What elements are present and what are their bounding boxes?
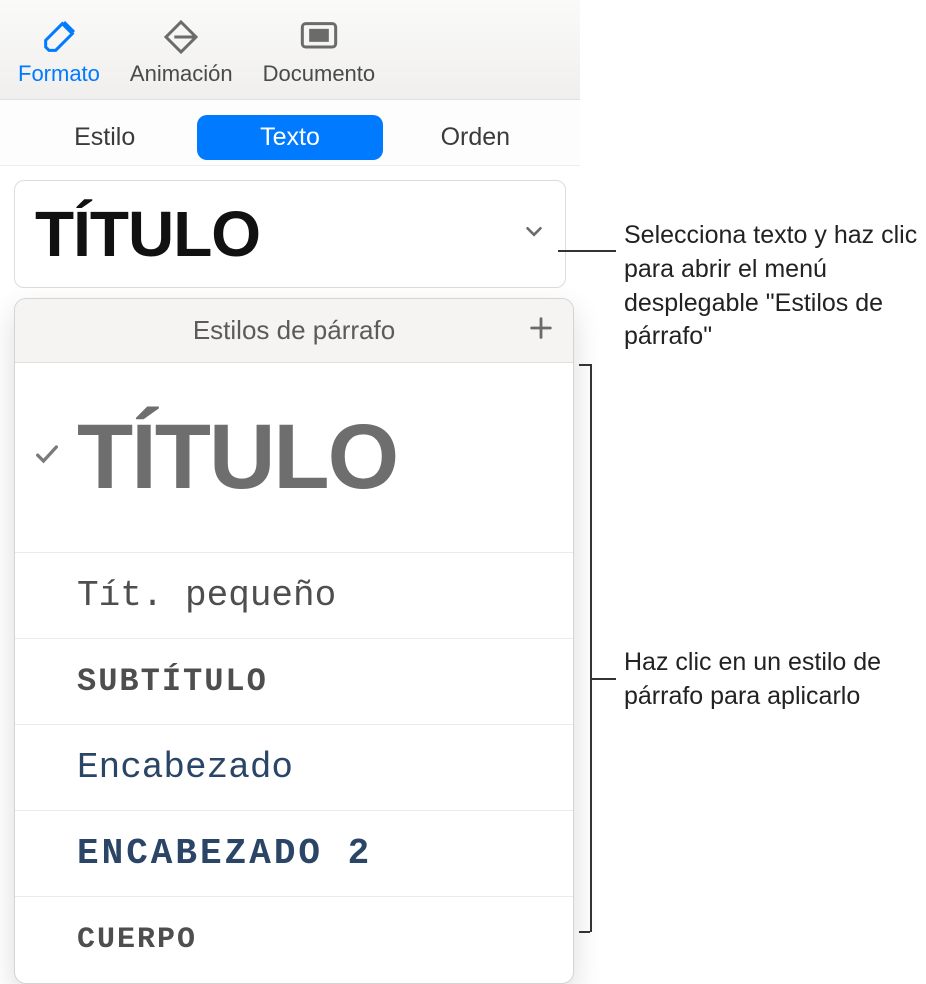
brush-icon bbox=[33, 17, 85, 57]
style-row-titulo[interactable]: TÍTULO bbox=[15, 363, 573, 553]
callout-bracket bbox=[590, 364, 592, 932]
animation-toolbar-button[interactable]: Animación bbox=[130, 17, 233, 87]
style-preview-encabezado2: ENCABEZADO 2 bbox=[77, 833, 372, 874]
chevron-down-icon bbox=[521, 219, 547, 250]
tab-style[interactable]: Estilo bbox=[12, 115, 197, 160]
style-row-encabezado-2[interactable]: ENCABEZADO 2 bbox=[15, 811, 573, 897]
slides-icon bbox=[293, 17, 345, 57]
style-preview-tit-pequeno: Tít. pequeño bbox=[77, 575, 336, 616]
checkmark-icon bbox=[33, 440, 63, 475]
format-toolbar-button[interactable]: Formato bbox=[18, 17, 100, 87]
diamond-icon bbox=[155, 17, 207, 57]
style-row-tit-pequeno[interactable]: Tít. pequeño bbox=[15, 553, 573, 639]
style-preview-encabezado: Encabezado bbox=[77, 747, 293, 788]
document-toolbar-label: Documento bbox=[263, 61, 376, 87]
style-row-encabezado[interactable]: Encabezado bbox=[15, 725, 573, 811]
paragraph-styles-popover: Estilos de párrafo TÍTULO Tít. pequeño S… bbox=[14, 298, 574, 984]
callout-chevron: Selecciona texto y haz clic para abrir e… bbox=[624, 219, 924, 354]
tab-order[interactable]: Orden bbox=[383, 115, 568, 160]
bracket-tick-top bbox=[579, 364, 590, 366]
inspector-panel: Formato Animación Documento Estilo Texto bbox=[0, 0, 580, 302]
add-style-button[interactable] bbox=[527, 314, 555, 348]
paragraph-style-selector[interactable]: TÍTULO bbox=[14, 180, 566, 288]
tab-text[interactable]: Texto bbox=[197, 115, 382, 160]
style-preview-titulo: TÍTULO bbox=[77, 405, 397, 510]
bracket-lead bbox=[590, 678, 616, 680]
style-row-cuerpo[interactable]: CUERPO bbox=[15, 897, 573, 983]
document-toolbar-button[interactable]: Documento bbox=[263, 17, 376, 87]
top-toolbar: Formato Animación Documento bbox=[0, 0, 580, 100]
popover-title: Estilos de párrafo bbox=[193, 315, 395, 346]
style-preview-subtitulo: SUBTÍTULO bbox=[77, 663, 268, 700]
animation-toolbar-label: Animación bbox=[130, 61, 233, 87]
popover-header: Estilos de párrafo bbox=[15, 299, 573, 363]
current-style-label: TÍTULO bbox=[35, 197, 260, 271]
bracket-tick-bottom bbox=[579, 931, 590, 933]
format-toolbar-label: Formato bbox=[18, 61, 100, 87]
paragraph-style-selector-wrap: TÍTULO bbox=[0, 166, 580, 302]
callout-line bbox=[558, 250, 616, 252]
inspector-subtabs: Estilo Texto Orden bbox=[0, 100, 580, 166]
callout-styles-list: Haz clic en un estilo de párrafo para ap… bbox=[624, 646, 924, 714]
style-row-subtitulo[interactable]: SUBTÍTULO bbox=[15, 639, 573, 725]
